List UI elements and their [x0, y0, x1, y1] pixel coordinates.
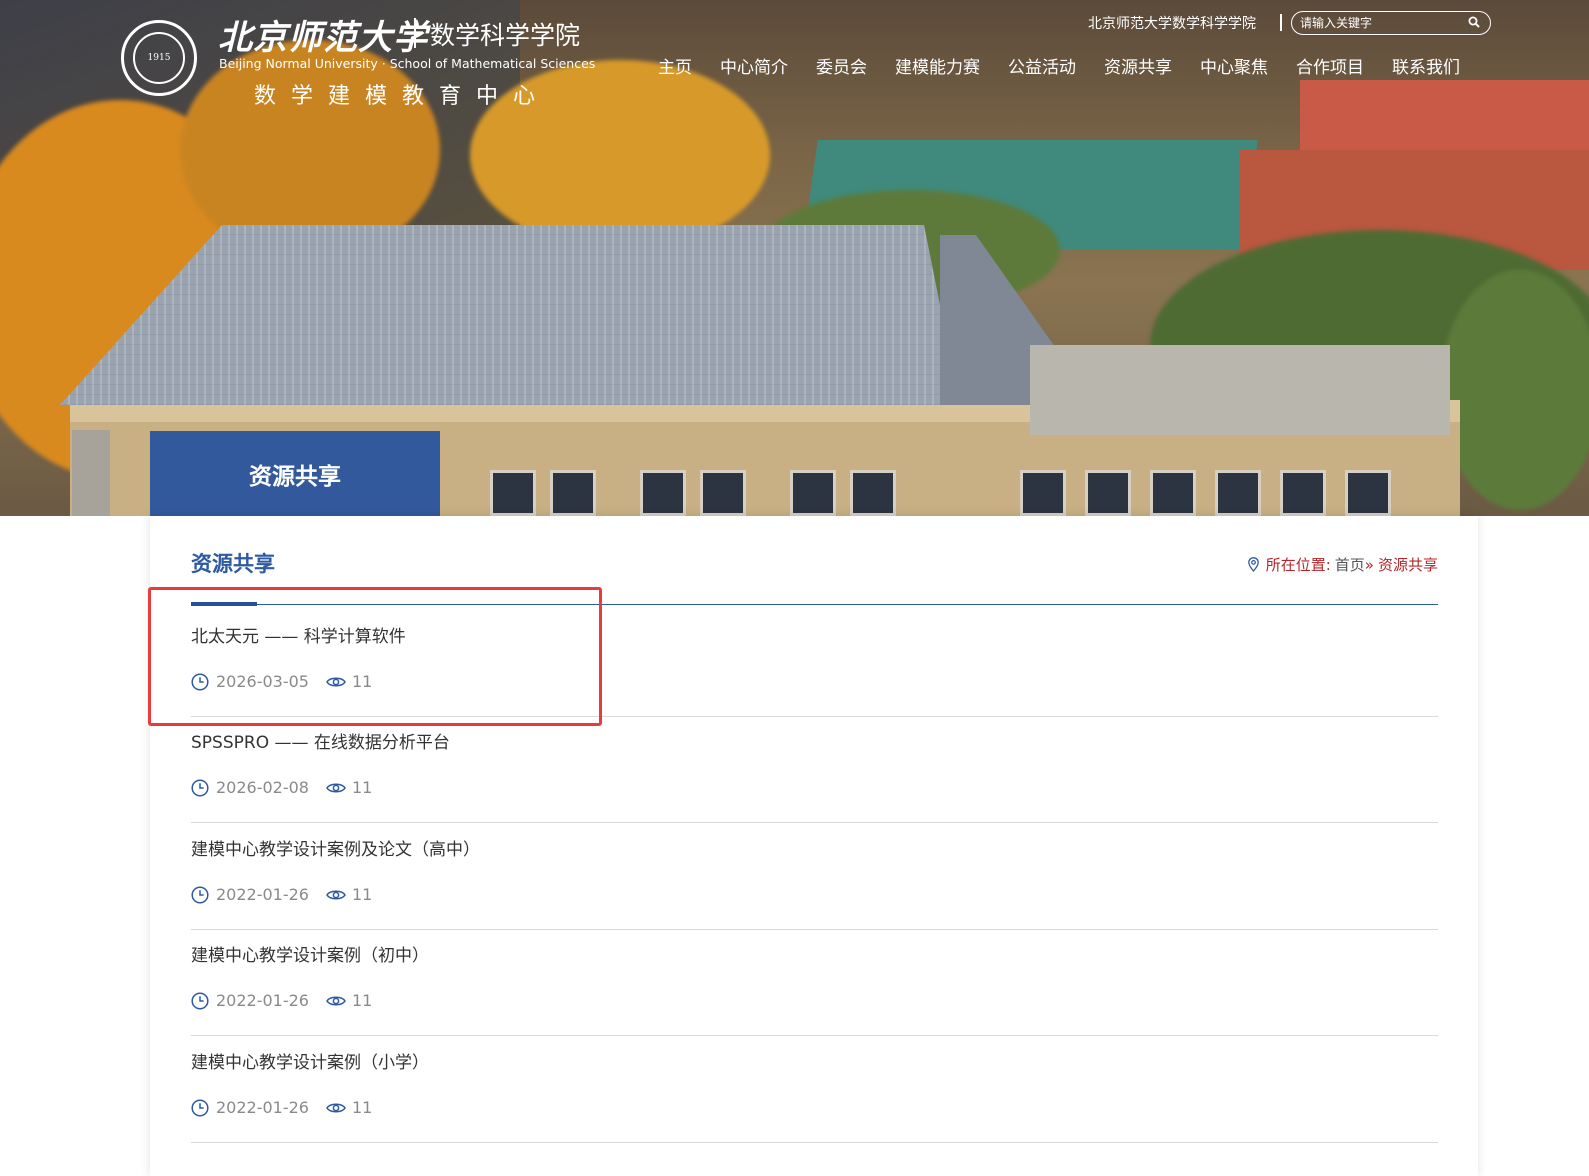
- title-divider: [191, 604, 1438, 605]
- location-pin-icon: [1247, 557, 1259, 572]
- banner-section-tab: 资源共享: [150, 431, 440, 516]
- nav-item-competition[interactable]: 建模能力赛: [895, 53, 980, 78]
- search-input[interactable]: [1300, 14, 1460, 31]
- item-meta: 2022-01-26 11: [191, 885, 372, 904]
- university-name-cn: 北京师范大学: [218, 18, 428, 58]
- item-meta: 2026-02-08 11: [191, 778, 372, 797]
- eye-icon: [326, 1103, 346, 1112]
- banner-window: [490, 470, 536, 516]
- list-item[interactable]: 建模中心教学设计案例（初中） 2022-01-26 11: [191, 929, 1438, 1036]
- nav-item-committee[interactable]: 委员会: [816, 53, 867, 78]
- school-top-link[interactable]: 北京师范大学数学科学学院: [1088, 13, 1256, 33]
- item-title-link[interactable]: SPSSPRO —— 在线数据分析平台: [191, 728, 450, 753]
- list-item[interactable]: SPSSPRO —— 在线数据分析平台 2026-02-08 11: [191, 716, 1438, 823]
- item-date: 2022-01-26: [216, 885, 309, 904]
- title-accent-bar: [191, 602, 257, 606]
- breadcrumb-label: 所在位置:: [1265, 556, 1331, 574]
- banner-tree: [1440, 270, 1589, 510]
- banner-roof-terrace: [1030, 345, 1450, 435]
- nav-item-resources[interactable]: 资源共享: [1104, 53, 1172, 78]
- top-divider: [1280, 14, 1282, 31]
- clock-icon: [191, 672, 209, 691]
- banner-pillar: [72, 430, 110, 516]
- nav-item-charity[interactable]: 公益活动: [1008, 53, 1076, 78]
- banner-window: [640, 470, 686, 516]
- item-views: 11: [351, 991, 373, 1010]
- banner-window: [700, 470, 746, 516]
- list-item[interactable]: 建模中心教学设计案例及论文（高中） 2022-01-26 11: [191, 823, 1438, 930]
- university-seal-logo[interactable]: 1915: [121, 20, 197, 96]
- logo-divider: [414, 18, 416, 48]
- main-nav: 主页 中心简介 委员会 建模能力赛 公益活动 资源共享 中心聚焦 合作项目 联系…: [644, 53, 1474, 78]
- clock-icon: [191, 778, 209, 797]
- breadcrumb-separator: »: [1364, 555, 1374, 574]
- item-date: 2026-03-05: [216, 672, 309, 691]
- banner-window: [1085, 470, 1131, 516]
- seal-year: 1915: [133, 32, 185, 84]
- eye-icon: [326, 677, 346, 686]
- banner-window: [1150, 470, 1196, 516]
- item-views: 11: [351, 778, 373, 797]
- nav-item-about[interactable]: 中心简介: [720, 53, 788, 78]
- item-title-link[interactable]: 北太天元 —— 科学计算软件: [191, 622, 406, 647]
- eye-icon: [326, 783, 346, 792]
- banner-window: [790, 470, 836, 516]
- nav-item-projects[interactable]: 合作项目: [1296, 53, 1364, 78]
- banner-window: [1280, 470, 1326, 516]
- banner-running-track: [1300, 80, 1589, 150]
- item-title-link[interactable]: 建模中心教学设计案例及论文（高中）: [191, 835, 480, 860]
- item-date: 2026-02-08: [216, 778, 309, 797]
- banner-window: [1345, 470, 1391, 516]
- center-name: 数学建模教育中心: [254, 84, 551, 109]
- school-name-cn: 数学科学学院: [430, 21, 581, 50]
- banner-window: [1020, 470, 1066, 516]
- item-meta: 2022-01-26 11: [191, 991, 372, 1010]
- breadcrumb-home-link[interactable]: 首页: [1335, 554, 1365, 575]
- item-title-link[interactable]: 建模中心教学设计案例（小学）: [191, 1048, 429, 1073]
- breadcrumb: 所在位置: 首页 » 资源共享: [1247, 554, 1438, 575]
- nav-item-contact[interactable]: 联系我们: [1392, 53, 1460, 78]
- item-title-link[interactable]: 建模中心教学设计案例（初中）: [191, 941, 429, 966]
- list-item[interactable]: 北太天元 —— 科学计算软件 2026-03-05 11: [191, 610, 1438, 717]
- content-card: 资源共享 所在位置: 首页 » 资源共享 北太天元 —— 科学计算软件 2026…: [150, 516, 1478, 1176]
- eye-icon: [326, 996, 346, 1005]
- search-icon[interactable]: [1468, 16, 1480, 28]
- item-views: 11: [351, 672, 373, 691]
- banner-window: [1215, 470, 1261, 516]
- search-box: [1291, 11, 1491, 35]
- item-meta: 2022-01-26 11: [191, 1098, 372, 1117]
- eye-icon: [326, 890, 346, 899]
- section-title: 资源共享: [191, 552, 275, 576]
- hero-banner: 1915 北京师范大学 数学科学学院 Beijing Normal Univer…: [0, 0, 1589, 516]
- item-meta: 2026-03-05 11: [191, 672, 372, 691]
- list-item[interactable]: 建模中心教学设计案例（小学） 2022-01-26 11: [191, 1036, 1438, 1143]
- nav-item-home[interactable]: 主页: [658, 53, 692, 78]
- nav-item-focus[interactable]: 中心聚焦: [1200, 53, 1268, 78]
- banner-window: [850, 470, 896, 516]
- item-date: 2022-01-26: [216, 1098, 309, 1117]
- item-date: 2022-01-26: [216, 991, 309, 1010]
- banner-window: [550, 470, 596, 516]
- university-name-en: Beijing Normal University · School of Ma…: [219, 56, 596, 71]
- item-views: 11: [351, 885, 373, 904]
- clock-icon: [191, 885, 209, 904]
- breadcrumb-current[interactable]: 资源共享: [1378, 554, 1438, 575]
- clock-icon: [191, 1098, 209, 1117]
- item-views: 11: [351, 1098, 373, 1117]
- clock-icon: [191, 991, 209, 1010]
